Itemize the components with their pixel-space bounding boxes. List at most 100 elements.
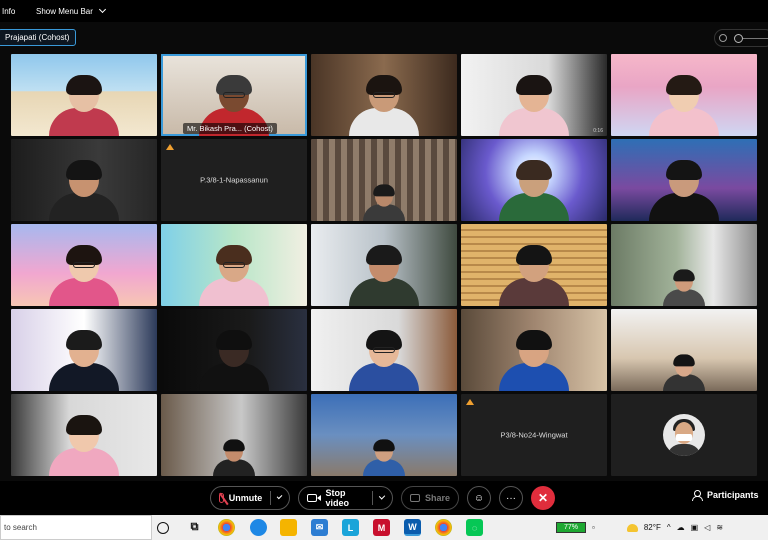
stop-video-label: Stop video bbox=[325, 488, 350, 508]
participant-tile[interactable] bbox=[11, 224, 157, 306]
participant-video bbox=[363, 439, 405, 476]
network-icon[interactable]: ▫ bbox=[592, 523, 595, 532]
webex-icon[interactable]: W bbox=[404, 519, 421, 536]
info-menu[interactable]: Info bbox=[0, 7, 30, 16]
show-menu-bar-toggle[interactable]: Show Menu Bar bbox=[30, 5, 111, 16]
taskbar-search-input[interactable]: to search bbox=[0, 515, 152, 540]
weather-icon[interactable] bbox=[626, 523, 638, 532]
participant-video bbox=[363, 184, 405, 221]
stop-video-button[interactable]: Stop video bbox=[298, 486, 393, 510]
slider-knob[interactable] bbox=[734, 33, 743, 43]
participant-tile[interactable] bbox=[611, 309, 757, 391]
participant-tile[interactable] bbox=[311, 54, 457, 136]
participant-tile[interactable] bbox=[161, 394, 307, 476]
participant-video bbox=[649, 160, 719, 221]
participant-tile[interactable] bbox=[611, 394, 757, 476]
participant-tile[interactable] bbox=[461, 139, 607, 221]
camera-icon bbox=[307, 494, 320, 502]
chevron-down-icon[interactable] bbox=[378, 493, 386, 500]
participant-tile[interactable] bbox=[161, 224, 307, 306]
onedrive-icon[interactable]: ☁ bbox=[677, 523, 685, 532]
unmute-button[interactable]: Unmute bbox=[210, 486, 290, 510]
file-explorer-icon[interactable] bbox=[280, 519, 297, 536]
participant-video bbox=[49, 330, 119, 391]
participant-video bbox=[213, 439, 255, 476]
participant-tile[interactable] bbox=[611, 224, 757, 306]
participant-video bbox=[499, 75, 569, 136]
participant-video bbox=[499, 330, 569, 391]
chevron-down-icon bbox=[98, 5, 106, 14]
participant-tile[interactable]: Mr. Bikash Pra... (Cohost) bbox=[161, 54, 307, 136]
participant-tile[interactable] bbox=[11, 309, 157, 391]
participants-label: Participants bbox=[707, 490, 759, 500]
magnifier-icon bbox=[719, 34, 727, 42]
wifi-icon[interactable]: ≋ bbox=[716, 523, 723, 532]
participant-tile[interactable]: P.3/8-1-Napassanun bbox=[161, 139, 307, 221]
participant-video bbox=[663, 269, 705, 306]
participant-video bbox=[499, 245, 569, 306]
participant-tile[interactable] bbox=[11, 54, 157, 136]
cortana-icon[interactable] bbox=[157, 522, 169, 534]
system-tray: 77% ▫ 82°F ^ ☁ ▣ ◁ ≋ bbox=[556, 515, 723, 540]
participant-video bbox=[349, 75, 419, 136]
mcafee-icon[interactable]: M bbox=[373, 519, 390, 536]
participant-tile[interactable] bbox=[461, 309, 607, 391]
menu-bar: Info Show Menu Bar bbox=[0, 0, 768, 22]
participant-tile[interactable] bbox=[461, 224, 607, 306]
participant-tile[interactable] bbox=[11, 394, 157, 476]
app-tray-icon[interactable]: ▣ bbox=[691, 523, 699, 532]
participant-video bbox=[49, 245, 119, 306]
windows-taskbar: to search ⧉ ✉ L M W ◌ 77% ▫ 82°F ^ ☁ ▣ ◁… bbox=[0, 515, 768, 540]
participant-tile[interactable] bbox=[311, 309, 457, 391]
meeting-controls: Unmute Stop video Share ☺ ··· ✕ Particip… bbox=[0, 481, 768, 515]
battery-indicator[interactable]: 77% bbox=[556, 522, 586, 533]
participant-tile[interactable] bbox=[311, 139, 457, 221]
l-app-icon[interactable]: L bbox=[342, 519, 359, 536]
participant-tile[interactable] bbox=[11, 139, 157, 221]
mail-icon[interactable]: ✉ bbox=[311, 519, 328, 536]
chrome-icon[interactable] bbox=[435, 519, 452, 536]
task-view-icon[interactable]: ⧉ bbox=[186, 519, 203, 536]
participant-video bbox=[349, 330, 419, 391]
active-speaker-label: Prajapati (Cohost) bbox=[0, 29, 77, 46]
chevron-up-icon[interactable]: ^ bbox=[667, 523, 671, 532]
edge-icon[interactable] bbox=[250, 519, 267, 536]
participant-tile[interactable] bbox=[311, 224, 457, 306]
participant-video bbox=[499, 160, 569, 221]
share-button[interactable]: Share bbox=[401, 486, 459, 510]
participant-video bbox=[49, 160, 119, 221]
participant-tile[interactable] bbox=[311, 394, 457, 476]
participant-tile[interactable]: P3/8-No24-Wingwat bbox=[461, 394, 607, 476]
slider-track[interactable] bbox=[743, 37, 768, 39]
chevron-down-icon[interactable] bbox=[276, 493, 283, 500]
share-label: Share bbox=[424, 493, 450, 503]
meeting-window: Info Show Menu Bar Prajapati (Cohost) Mr… bbox=[0, 0, 768, 540]
participant-video bbox=[199, 245, 269, 306]
warning-icon bbox=[466, 399, 474, 405]
warning-icon bbox=[166, 144, 174, 150]
volume-icon[interactable]: ◁ bbox=[704, 523, 710, 532]
chrome-icon[interactable] bbox=[218, 519, 235, 536]
participant-video bbox=[663, 354, 705, 391]
participant-name: P3/8-No24-Wingwat bbox=[500, 430, 568, 440]
participant-video bbox=[349, 245, 419, 306]
participant-tile[interactable] bbox=[611, 139, 757, 221]
end-call-button[interactable]: ✕ bbox=[531, 486, 555, 510]
participants-icon bbox=[692, 490, 703, 501]
participant-tile[interactable] bbox=[611, 54, 757, 136]
more-options-button[interactable]: ··· bbox=[499, 486, 523, 510]
participant-video bbox=[49, 415, 119, 476]
participant-tile[interactable]: 0:16 bbox=[461, 54, 607, 136]
video-timestamp: 0:16 bbox=[593, 128, 603, 134]
participant-tile[interactable] bbox=[161, 309, 307, 391]
avatar bbox=[663, 414, 705, 456]
participant-video bbox=[49, 75, 119, 136]
video-grid: Mr. Bikash Pra... (Cohost) 0:16 P.3/8-1-Na… bbox=[11, 54, 757, 476]
temperature-label[interactable]: 82°F bbox=[644, 523, 661, 532]
line-icon[interactable]: ◌ bbox=[466, 519, 483, 536]
share-screen-icon bbox=[410, 494, 420, 502]
reactions-button[interactable]: ☺ bbox=[467, 486, 491, 510]
zoom-slider[interactable] bbox=[714, 29, 768, 47]
unmute-label: Unmute bbox=[228, 493, 263, 503]
participants-button[interactable]: Participants bbox=[692, 490, 759, 501]
